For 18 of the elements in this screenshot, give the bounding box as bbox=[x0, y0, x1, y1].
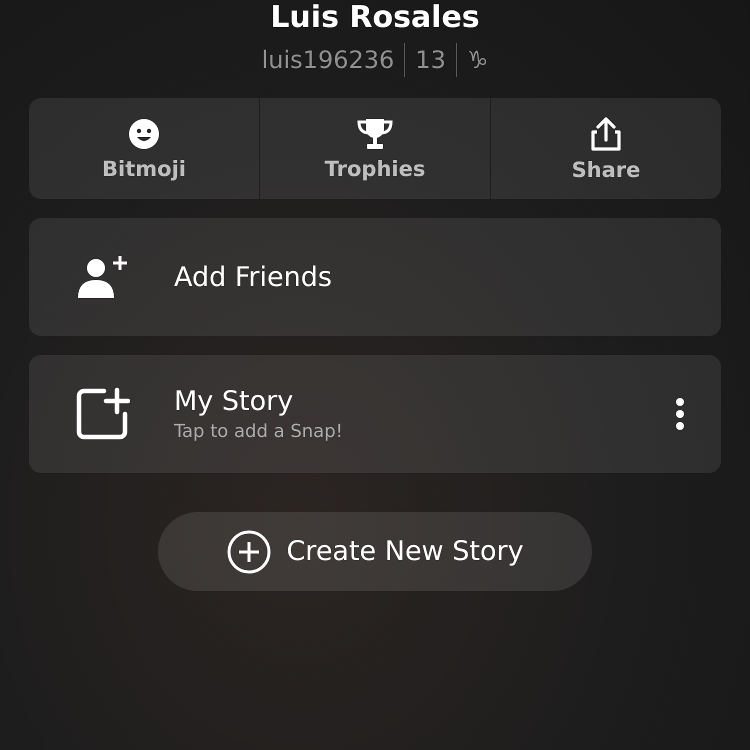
more-icon[interactable] bbox=[675, 397, 685, 431]
my-story-row[interactable]: My Story Tap to add a Snap! bbox=[29, 355, 721, 473]
zodiac-sign: ♑ bbox=[466, 46, 490, 74]
plus-circle-icon bbox=[226, 528, 272, 574]
face-icon bbox=[127, 116, 161, 150]
username: luis196236 bbox=[260, 46, 396, 74]
trophy-icon bbox=[355, 116, 395, 150]
trophy-button[interactable]: Trophies bbox=[260, 98, 490, 199]
profile-name: Luis Rosales bbox=[269, 0, 481, 36]
create-story-button[interactable]: Create New Story bbox=[158, 512, 592, 591]
story-title: My Story bbox=[174, 386, 294, 417]
add-friends-label: Add Friends bbox=[174, 262, 332, 292]
add-friends-row[interactable]: Add Friends bbox=[29, 218, 721, 336]
share-button[interactable]: Share bbox=[491, 98, 721, 199]
bitmoji-button[interactable]: Bitmoji bbox=[29, 98, 259, 199]
share-icon bbox=[589, 116, 623, 152]
story-subtitle: Tap to add a Snap! bbox=[174, 421, 344, 442]
snap-score: 13 bbox=[414, 46, 447, 74]
